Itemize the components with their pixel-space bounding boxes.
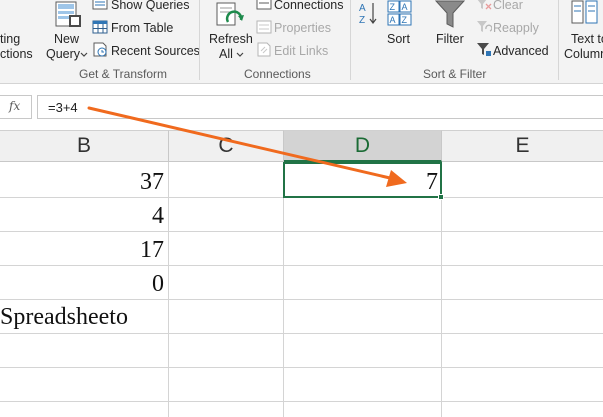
- sort-button[interactable]: Sort: [387, 32, 410, 46]
- group-label-connections: Connections: [244, 67, 311, 81]
- clear-button[interactable]: Clear: [493, 0, 523, 12]
- refresh-all-label-1[interactable]: Refresh: [209, 32, 253, 46]
- sort-ascending-icon[interactable]: A Z: [358, 0, 378, 28]
- advanced-button[interactable]: Advanced: [493, 44, 549, 58]
- refresh-all-label-2[interactable]: All: [219, 47, 233, 61]
- svg-text:A: A: [402, 2, 408, 12]
- properties-icon: [256, 20, 272, 34]
- ribbon-separator: [199, 0, 200, 80]
- recent-sources-button[interactable]: Recent Sources: [111, 44, 200, 58]
- group-label-sort-filter: Sort & Filter: [423, 67, 487, 81]
- column-header-b[interactable]: B: [0, 130, 169, 162]
- svg-text:Z: Z: [390, 2, 396, 12]
- cell-b4[interactable]: 0: [0, 271, 164, 298]
- cell-b1[interactable]: 37: [0, 169, 164, 196]
- svg-text:A: A: [390, 15, 396, 25]
- refresh-icon[interactable]: [214, 2, 246, 32]
- existing-connections-label-2[interactable]: ctions: [0, 47, 33, 61]
- new-query-label-2[interactable]: Query: [46, 47, 80, 61]
- text-to-columns-icon[interactable]: [571, 0, 599, 26]
- column-header-d[interactable]: D: [284, 130, 442, 162]
- sort-icon[interactable]: Z A A Z: [387, 0, 413, 28]
- connections-button[interactable]: Connections: [274, 0, 344, 12]
- cell-b3[interactable]: 17: [0, 237, 164, 264]
- table-icon: [92, 20, 108, 34]
- insert-function-button[interactable]: fx: [0, 95, 32, 119]
- text-to-columns-label-1[interactable]: Text to: [571, 32, 603, 46]
- text-to-columns-label-2[interactable]: Column: [564, 47, 603, 61]
- reapply-button[interactable]: Reapply: [493, 21, 539, 35]
- new-query-icon[interactable]: [53, 0, 83, 30]
- properties-button[interactable]: Properties: [274, 21, 331, 35]
- ribbon-separator: [350, 0, 351, 80]
- filter-button[interactable]: Filter: [436, 32, 464, 46]
- chevron-down-icon[interactable]: [236, 52, 244, 58]
- existing-connections-label-1[interactable]: ting: [0, 32, 20, 46]
- svg-text:Z: Z: [402, 15, 408, 25]
- svg-text:A: A: [359, 3, 366, 14]
- clear-filter-icon: [477, 0, 492, 10]
- advanced-filter-icon: [477, 43, 491, 56]
- chevron-down-icon[interactable]: [80, 52, 88, 58]
- column-header-c[interactable]: C: [169, 130, 284, 162]
- column-header-e[interactable]: E: [442, 130, 603, 162]
- formula-text: =3+4: [48, 100, 78, 115]
- filter-icon[interactable]: [435, 0, 465, 30]
- new-query-label-1[interactable]: New: [54, 32, 79, 46]
- cell-b5[interactable]: Spreadsheeto: [0, 304, 128, 331]
- ribbon-separator: [558, 0, 559, 80]
- edit-links-button[interactable]: Edit Links: [274, 44, 328, 58]
- connections-icon: [256, 0, 272, 10]
- edit-links-icon: [257, 42, 271, 57]
- group-label-get-transform: Get & Transform: [79, 67, 168, 81]
- formula-input[interactable]: =3+4: [37, 95, 603, 119]
- recent-sources-icon: [93, 42, 107, 57]
- svg-text:Z: Z: [359, 15, 365, 26]
- active-cell-border[interactable]: [283, 162, 442, 198]
- show-queries-button[interactable]: Show Queries: [111, 0, 190, 12]
- show-queries-icon: [92, 0, 108, 10]
- ribbon: ting ctions New Query Show Queries From …: [0, 0, 603, 84]
- from-table-button[interactable]: From Table: [111, 21, 173, 35]
- fx-icon: fx: [9, 99, 21, 113]
- fill-handle[interactable]: [438, 194, 444, 200]
- cell-b2[interactable]: 4: [0, 203, 164, 230]
- reapply-icon: [477, 21, 492, 32]
